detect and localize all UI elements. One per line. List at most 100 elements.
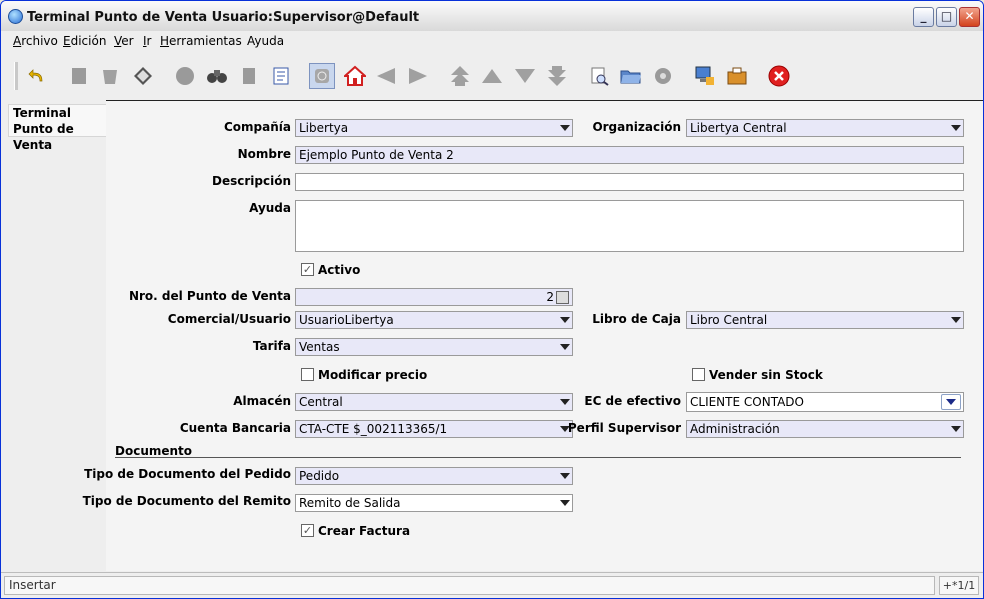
- process-icon[interactable]: [693, 64, 717, 88]
- nro-punto-venta-label: Nro. del Punto de Venta: [128, 289, 291, 303]
- menu-bar: Archivo Edición Ver Ir Herramientas Ayud…: [1, 31, 983, 51]
- libro-caja-value: Libro Central: [690, 313, 768, 327]
- chevron-down-icon[interactable]: [560, 500, 570, 506]
- chevron-down-icon[interactable]: [951, 125, 961, 131]
- ec-efectivo-label: EC de efectivo: [584, 394, 681, 408]
- menu-ayuda-label: Ayuda: [247, 34, 285, 48]
- menu-archivo-label: rchivo: [21, 34, 58, 48]
- tipo-doc-remito-label: Tipo de Documento del Remito: [82, 494, 291, 508]
- menu-ver[interactable]: Ver: [114, 34, 134, 48]
- nro-punto-venta-value: 2: [546, 290, 554, 304]
- cuenta-bancaria-label: Cuenta Bancaria: [179, 421, 291, 435]
- organizacion-select[interactable]: Libertya Central: [686, 119, 964, 137]
- compania-label: Compañía: [224, 120, 291, 134]
- attachment-icon[interactable]: [309, 63, 335, 89]
- tipo-doc-pedido-select[interactable]: Pedido: [295, 467, 573, 485]
- tarifa-label: Tarifa: [252, 339, 291, 353]
- ec-efectivo-select[interactable]: CLIENTE CONTADO: [686, 392, 964, 412]
- save-icon[interactable]: [131, 64, 155, 88]
- menu-herramientas-label: erramientas: [169, 34, 242, 48]
- nombre-label: Nombre: [237, 147, 291, 161]
- modificar-precio-checkbox[interactable]: [301, 368, 314, 381]
- tab-terminal-punto-de-venta[interactable]: Terminal Punto de Venta: [8, 104, 106, 152]
- menu-ver-label: er: [121, 34, 134, 48]
- menu-ir-label: r: [146, 34, 152, 48]
- zoom-across-icon[interactable]: [651, 64, 675, 88]
- menu-ir[interactable]: Ir: [143, 34, 151, 48]
- status-message: Insertar: [4, 576, 935, 595]
- documento-section-title: Documento: [115, 444, 193, 458]
- exit-icon[interactable]: [767, 64, 791, 88]
- chevron-down-icon[interactable]: [951, 317, 961, 323]
- cuenta-bancaria-value: CTA-CTE $_002113365/1: [299, 422, 448, 436]
- perfil-supervisor-label: Perfil Supervisor: [567, 421, 681, 435]
- ec-efectivo-value: CLIENTE CONTADO: [690, 395, 804, 409]
- report-icon[interactable]: [587, 64, 611, 88]
- libro-caja-label: Libro de Caja: [592, 312, 681, 326]
- descripcion-input[interactable]: [295, 173, 964, 191]
- find-icon[interactable]: [205, 64, 229, 88]
- nombre-input[interactable]: Ejemplo Punto de Venta 2: [295, 146, 964, 164]
- perfil-supervisor-select[interactable]: Administración: [686, 420, 964, 438]
- last-record-icon[interactable]: [545, 64, 569, 88]
- title-bar: Terminal Punto de Venta Usuario:Supervis…: [1, 1, 983, 32]
- crear-factura-label: Crear Factura: [318, 524, 411, 538]
- ayuda-label: Ayuda: [249, 201, 291, 215]
- toolbar: [1, 56, 983, 96]
- chevron-down-icon[interactable]: [560, 317, 570, 323]
- compania-select[interactable]: Libertya: [295, 119, 573, 137]
- vender-sin-stock-checkbox[interactable]: [692, 368, 705, 381]
- next-icon[interactable]: [406, 64, 430, 88]
- minimize-button[interactable]: _: [913, 7, 934, 27]
- refresh-icon[interactable]: [173, 64, 197, 88]
- ayuda-textarea[interactable]: [295, 200, 964, 252]
- form-panel: Compañía Libertya Organización Libertya …: [83, 101, 983, 571]
- previous-icon[interactable]: [374, 64, 398, 88]
- grid-toggle-icon[interactable]: [269, 64, 293, 88]
- menu-herramientas[interactable]: Herramientas: [160, 34, 242, 48]
- home-icon[interactable]: [343, 64, 367, 88]
- chevron-down-icon[interactable]: [560, 473, 570, 479]
- menu-herramientas-mnemonic: H: [160, 34, 170, 48]
- libro-caja-select[interactable]: Libro Central: [686, 311, 964, 329]
- tipo-doc-remito-select[interactable]: Remito de Salida: [295, 494, 573, 512]
- organizacion-label: Organización: [592, 120, 681, 134]
- descripcion-label: Descripción: [212, 174, 291, 188]
- chevron-down-icon[interactable]: [560, 344, 570, 350]
- print-icon[interactable]: [725, 64, 749, 88]
- first-record-icon[interactable]: [448, 64, 472, 88]
- chevron-down-icon[interactable]: [951, 426, 961, 432]
- delete-icon[interactable]: [98, 64, 122, 88]
- comercial-label: Comercial/Usuario: [167, 312, 291, 326]
- new-record-icon[interactable]: [67, 64, 91, 88]
- menu-ayuda[interactable]: Ayuda: [247, 34, 284, 48]
- record-indicator[interactable]: +*1/1: [939, 576, 979, 595]
- menu-edicion-mnemonic: E: [63, 34, 71, 48]
- tipo-doc-pedido-label: Tipo de Documento del Pedido: [84, 467, 291, 481]
- chevron-down-icon[interactable]: [941, 394, 961, 410]
- next-record-icon[interactable]: [513, 64, 537, 88]
- menu-archivo[interactable]: Archivo: [13, 34, 58, 48]
- maximize-button[interactable]: □: [936, 7, 957, 27]
- tipo-doc-pedido-value: Pedido: [299, 469, 340, 483]
- activo-checkbox[interactable]: ✓: [301, 263, 314, 276]
- previous-record-icon[interactable]: [480, 64, 504, 88]
- comercial-select[interactable]: UsuarioLibertya: [295, 311, 573, 329]
- section-divider: [115, 457, 961, 458]
- cuenta-bancaria-select[interactable]: CTA-CTE $_002113365/1: [295, 420, 573, 438]
- chevron-down-icon[interactable]: [560, 125, 570, 131]
- crear-factura-checkbox[interactable]: ✓: [301, 524, 314, 537]
- tarifa-select[interactable]: Ventas: [295, 338, 573, 356]
- undo-icon[interactable]: [25, 64, 49, 88]
- application-window: Terminal Punto de Venta Usuario:Supervis…: [0, 0, 984, 599]
- nro-punto-venta-input[interactable]: 2: [295, 288, 573, 306]
- close-button[interactable]: ✕: [959, 7, 980, 27]
- menu-edicion[interactable]: Edición: [63, 34, 106, 48]
- chevron-down-icon[interactable]: [560, 399, 570, 405]
- archive-icon[interactable]: [619, 64, 643, 88]
- calculator-icon[interactable]: [556, 291, 569, 304]
- tarifa-value: Ventas: [299, 340, 340, 354]
- almacen-select[interactable]: Central: [295, 393, 573, 411]
- menu-edicion-label: dición: [70, 34, 107, 48]
- history-icon[interactable]: [237, 64, 261, 88]
